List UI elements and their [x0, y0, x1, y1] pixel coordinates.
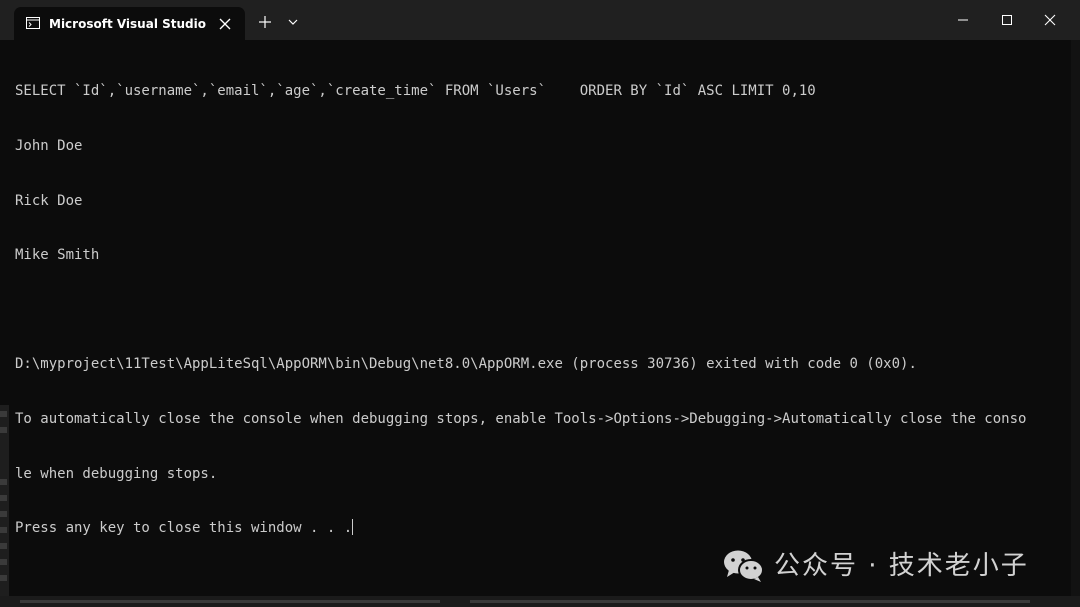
- maximize-icon: [1002, 15, 1012, 25]
- close-icon: [219, 18, 231, 30]
- maximize-button[interactable]: [985, 0, 1029, 40]
- console-output[interactable]: SELECT `Id`,`username`,`email`,`age`,`cr…: [15, 46, 1065, 586]
- tab-dropdown-button[interactable]: [284, 14, 302, 30]
- tab-title: Microsoft Visual Studio Debug Console: [49, 17, 208, 31]
- console-line: Mike Smith: [15, 247, 100, 264]
- console-line: Rick Doe: [15, 192, 83, 209]
- minimize-button[interactable]: [941, 0, 985, 40]
- new-tab-button[interactable]: [255, 12, 275, 32]
- console-window-icon: [26, 17, 40, 29]
- plus-icon: [259, 16, 271, 28]
- console-line: D:\myproject\11Test\AppLiteSql\AppORM\bi…: [15, 356, 917, 373]
- title-bar: Microsoft Visual Studio Debug Console: [0, 0, 1080, 40]
- close-icon: [1044, 14, 1056, 26]
- watermark: 公众号 · 技术老小子: [722, 546, 1052, 586]
- watermark-text: 公众号 · 技术老小子: [774, 551, 1029, 581]
- background-window-edge: [0, 405, 9, 607]
- background-window-edge-right: [1071, 40, 1080, 607]
- tab-debug-console[interactable]: Microsoft Visual Studio Debug Console: [14, 7, 245, 40]
- chevron-down-icon: [288, 19, 298, 25]
- tab-close-button[interactable]: [215, 14, 235, 34]
- background-window-edge-bottom: [0, 596, 1080, 607]
- console-line: To automatically close the console when …: [15, 410, 1027, 427]
- wechat-icon: [724, 550, 764, 582]
- console-line: Press any key to close this window . . .: [15, 520, 353, 537]
- console-prompt-line: Press any key to close this window . . .: [15, 519, 1065, 537]
- close-window-button[interactable]: [1028, 0, 1072, 40]
- console-line: le when debugging stops.: [15, 465, 218, 482]
- minimize-icon: [958, 19, 968, 21]
- console-line: John Doe: [15, 138, 83, 154]
- console-line: SELECT `Id`,`username`,`email`,`age`,`cr…: [15, 83, 816, 100]
- text-cursor: [352, 519, 354, 536]
